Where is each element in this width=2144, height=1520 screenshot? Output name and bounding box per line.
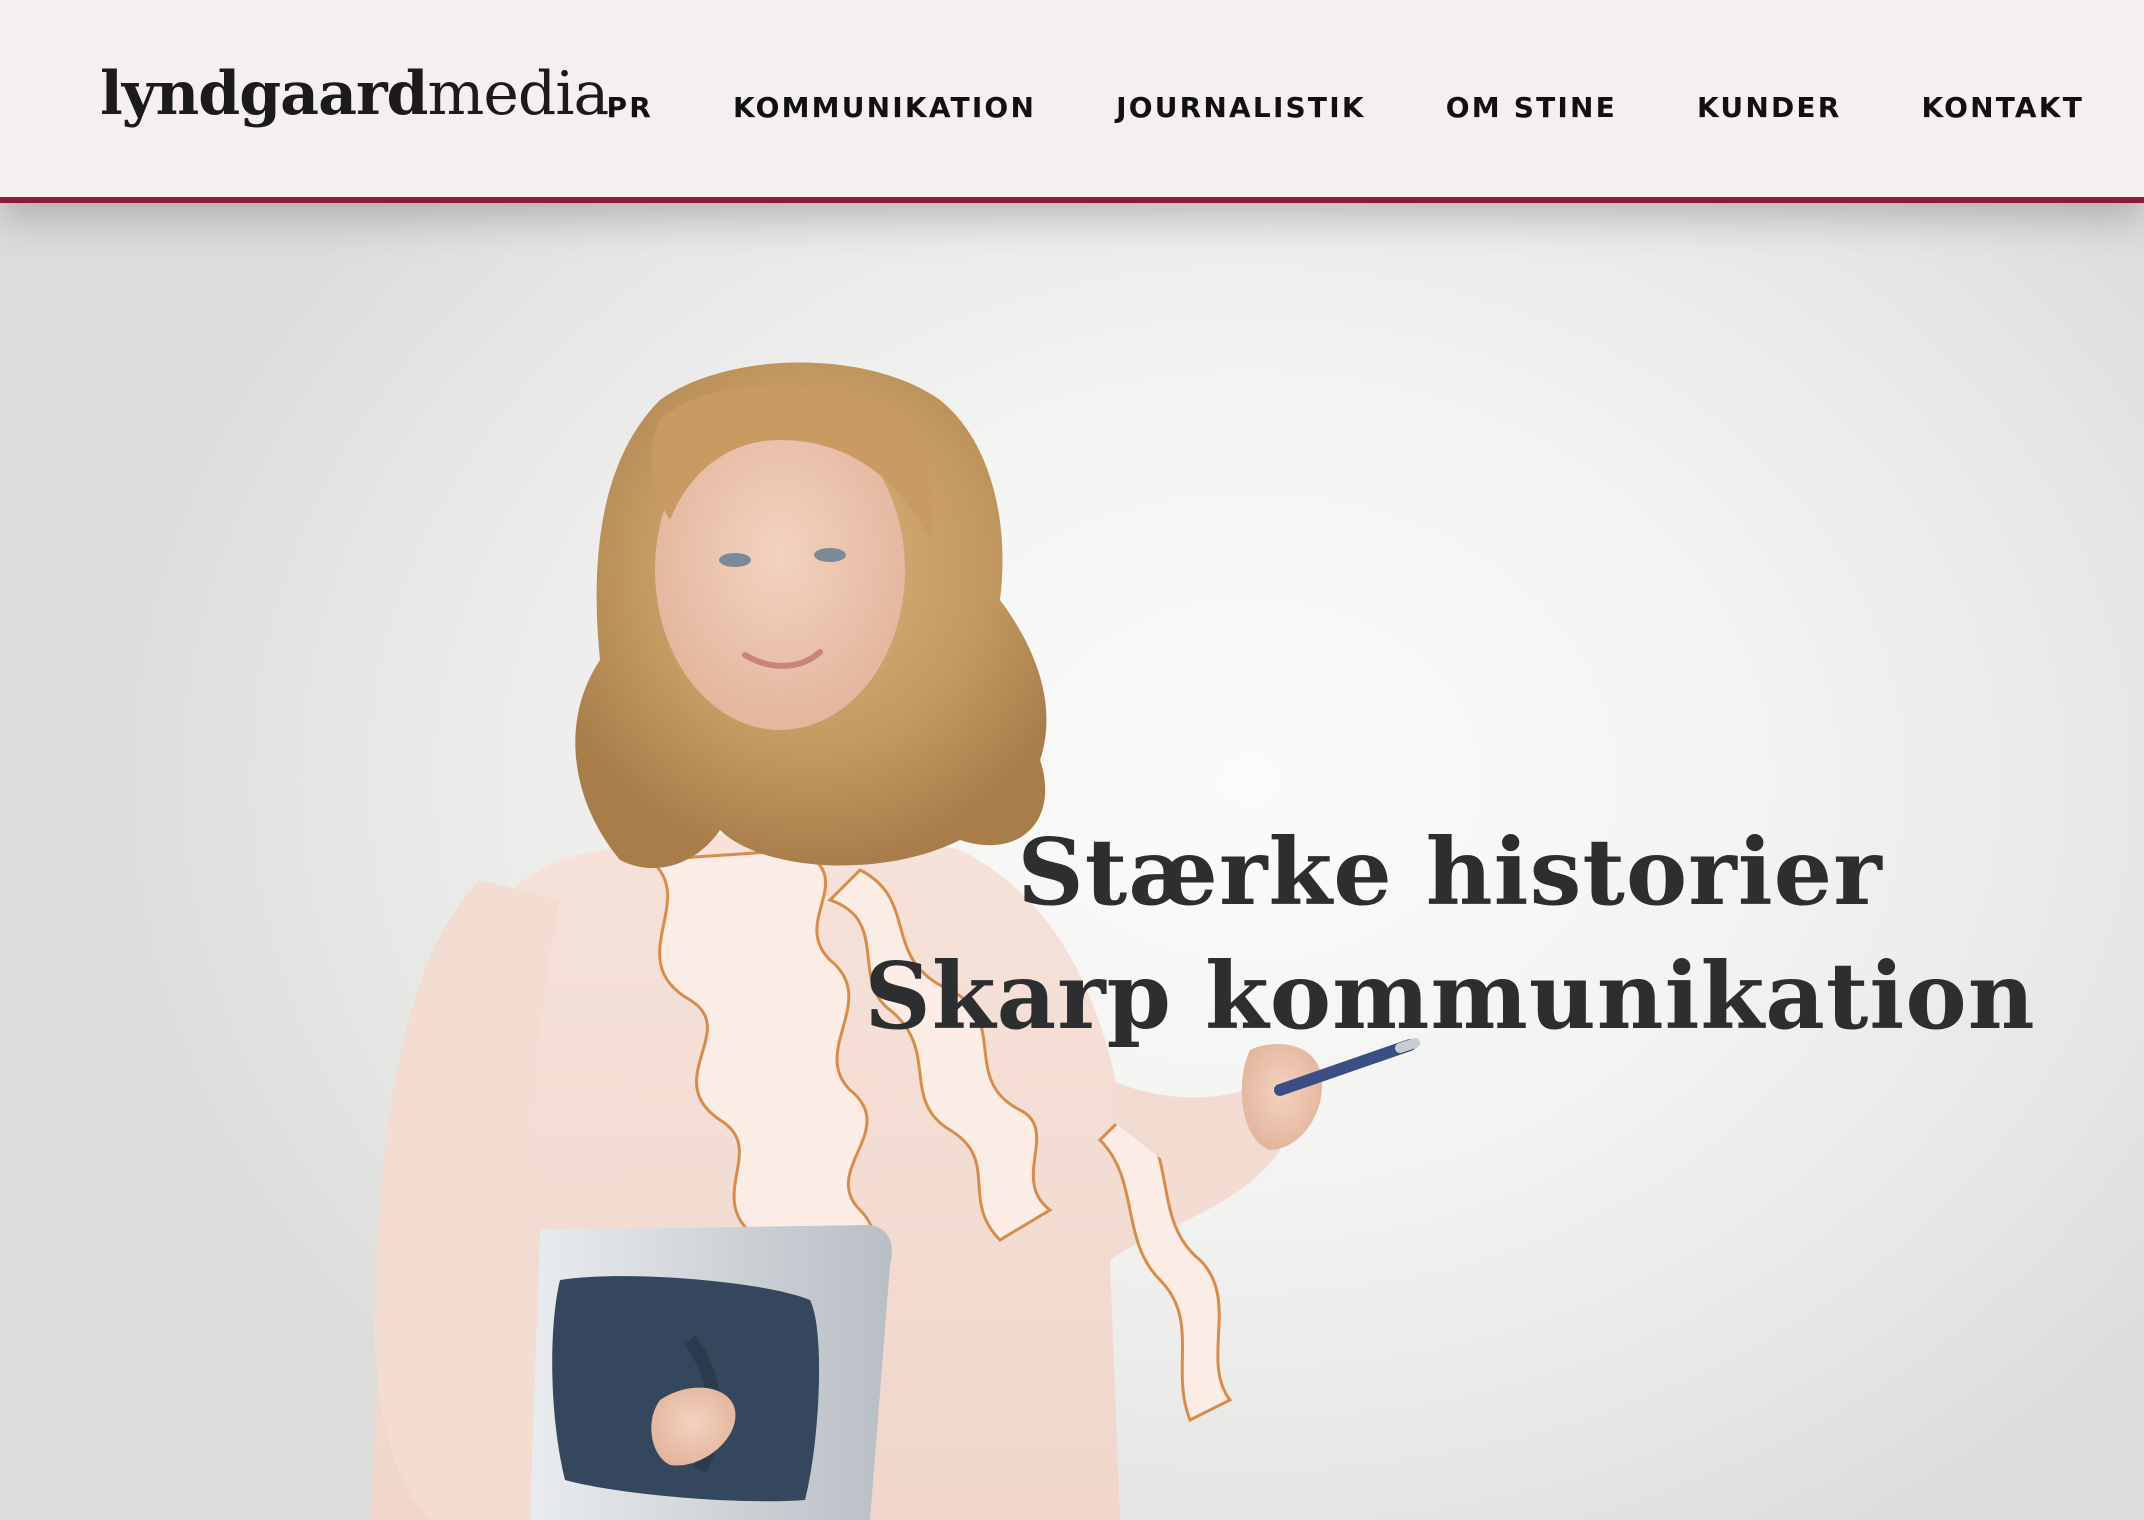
logo-text-bold: lyndgaard (100, 59, 429, 129)
nav-item-kunder[interactable]: KUNDER (1697, 88, 1842, 128)
left-eye-shape (719, 553, 751, 567)
right-hand-shape (1241, 1044, 1322, 1150)
nav-item-kontakt[interactable]: KONTAKT (1922, 88, 2084, 128)
nav-item-om-stine[interactable]: OM STINE (1446, 88, 1617, 128)
page: Stærke historier Skarp kommunikation lyn… (0, 0, 2144, 1520)
nav-item-kommunikation[interactable]: KOMMUNIKATION (733, 88, 1036, 128)
right-eye-shape (814, 548, 846, 562)
headline-line-2: Skarp kommunikation (864, 942, 2036, 1050)
headline-line-1: Stærke historier (1017, 818, 1883, 926)
site-header: lyndgaardmedia PR KOMMUNIKATION JOURNALI… (0, 0, 2144, 203)
hero-headline: Stærke historier Skarp kommunikation (860, 810, 2040, 1058)
nav-item-journalistik[interactable]: JOURNALISTIK (1116, 88, 1366, 128)
hero-section: Stærke historier Skarp kommunikation (0, 0, 2144, 1520)
main-navigation: PR KOMMUNIKATION JOURNALISTIK OM STINE K… (526, 88, 2084, 128)
nav-item-pr[interactable]: PR (606, 88, 652, 128)
wallet-shape (552, 1276, 820, 1502)
hero-portrait-photo (370, 362, 1420, 1520)
